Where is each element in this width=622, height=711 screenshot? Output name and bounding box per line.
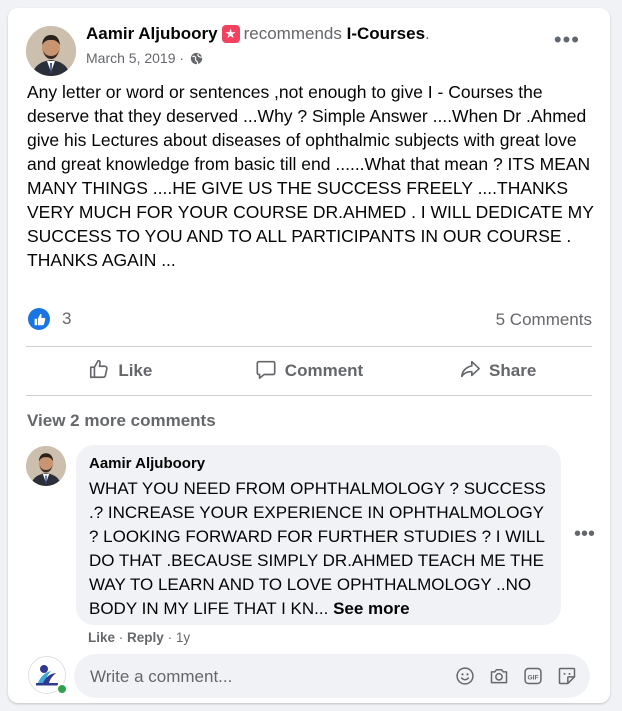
comment-body: WHAT YOU NEED FROM OPHTHALMOLOGY ? SUCCE… bbox=[89, 479, 546, 618]
post-date[interactable]: March 5, 2019 bbox=[86, 50, 176, 66]
view-more-comments-link[interactable]: View 2 more comments bbox=[27, 411, 216, 431]
comments-count[interactable]: 5 Comments bbox=[496, 310, 592, 330]
share-arrow-icon bbox=[459, 358, 489, 385]
composer-icons: GIF bbox=[454, 665, 578, 687]
like-label: Like bbox=[118, 361, 153, 380]
thumbs-up-icon bbox=[88, 358, 118, 385]
author-name[interactable]: Aamir Aljuboory bbox=[86, 24, 218, 43]
divider bbox=[26, 346, 592, 347]
comment-composer: GIF bbox=[74, 654, 590, 700]
post-meta: March 5, 2019 · bbox=[86, 50, 203, 68]
comment-button[interactable]: Comment bbox=[215, 348, 404, 394]
comment-time[interactable]: 1y bbox=[176, 630, 190, 645]
reaction-count: 3 bbox=[62, 309, 72, 328]
comment-like-link[interactable]: Like bbox=[88, 630, 115, 645]
recommends-label: recommends bbox=[243, 24, 342, 43]
comment-input[interactable] bbox=[88, 654, 442, 700]
share-button[interactable]: Share bbox=[403, 348, 592, 394]
comment-bubble-icon bbox=[255, 358, 285, 385]
divider bbox=[26, 395, 592, 396]
comment-author[interactable]: Aamir Aljuboory bbox=[89, 455, 205, 472]
comment-text: WHAT YOU NEED FROM OPHTHALMOLOGY ? SUCCE… bbox=[89, 477, 551, 621]
comment-sep: · bbox=[118, 630, 124, 645]
share-label: Share bbox=[489, 361, 537, 380]
post-header: Aamir Aljuboory ★ recommends I-Courses. bbox=[86, 24, 430, 44]
post-text: Any letter or word or sentences ,not eno… bbox=[27, 82, 594, 270]
comment-bubble: Aamir Aljuboory WHAT YOU NEED FROM OPHTH… bbox=[76, 445, 561, 625]
header-punct: . bbox=[425, 24, 430, 43]
comment-sep: · bbox=[167, 630, 173, 645]
post-options-icon[interactable]: ••• bbox=[554, 29, 580, 51]
author-avatar[interactable] bbox=[26, 26, 76, 76]
reaction-summary[interactable]: 3 bbox=[28, 308, 71, 330]
comment-options-icon[interactable]: ••• bbox=[574, 524, 595, 544]
like-reaction-icon bbox=[28, 308, 50, 330]
online-status-dot bbox=[56, 683, 68, 695]
comment-reply-link[interactable]: Reply bbox=[127, 630, 164, 645]
page-name-link[interactable]: I-Courses bbox=[347, 24, 425, 43]
gif-icon[interactable]: GIF bbox=[522, 665, 544, 687]
comment-label: Comment bbox=[284, 361, 364, 380]
like-button[interactable]: Like bbox=[26, 348, 215, 394]
globe-icon bbox=[190, 52, 203, 68]
svg-text:GIF: GIF bbox=[527, 674, 538, 681]
post-card: Aamir Aljuboory ★ recommends I-Courses. Ma… bbox=[8, 8, 610, 703]
sticker-icon[interactable] bbox=[556, 665, 578, 687]
meta-separator: · bbox=[179, 50, 185, 66]
camera-icon[interactable] bbox=[488, 665, 510, 687]
see-more-link[interactable]: See more bbox=[333, 599, 410, 618]
comment-actions: Like · Reply · 1y bbox=[88, 630, 190, 645]
commenter-avatar[interactable] bbox=[26, 446, 66, 486]
action-bar: Like Comment Share bbox=[26, 348, 592, 394]
emoji-icon[interactable] bbox=[454, 665, 476, 687]
star-badge-icon: ★ bbox=[221, 25, 240, 43]
